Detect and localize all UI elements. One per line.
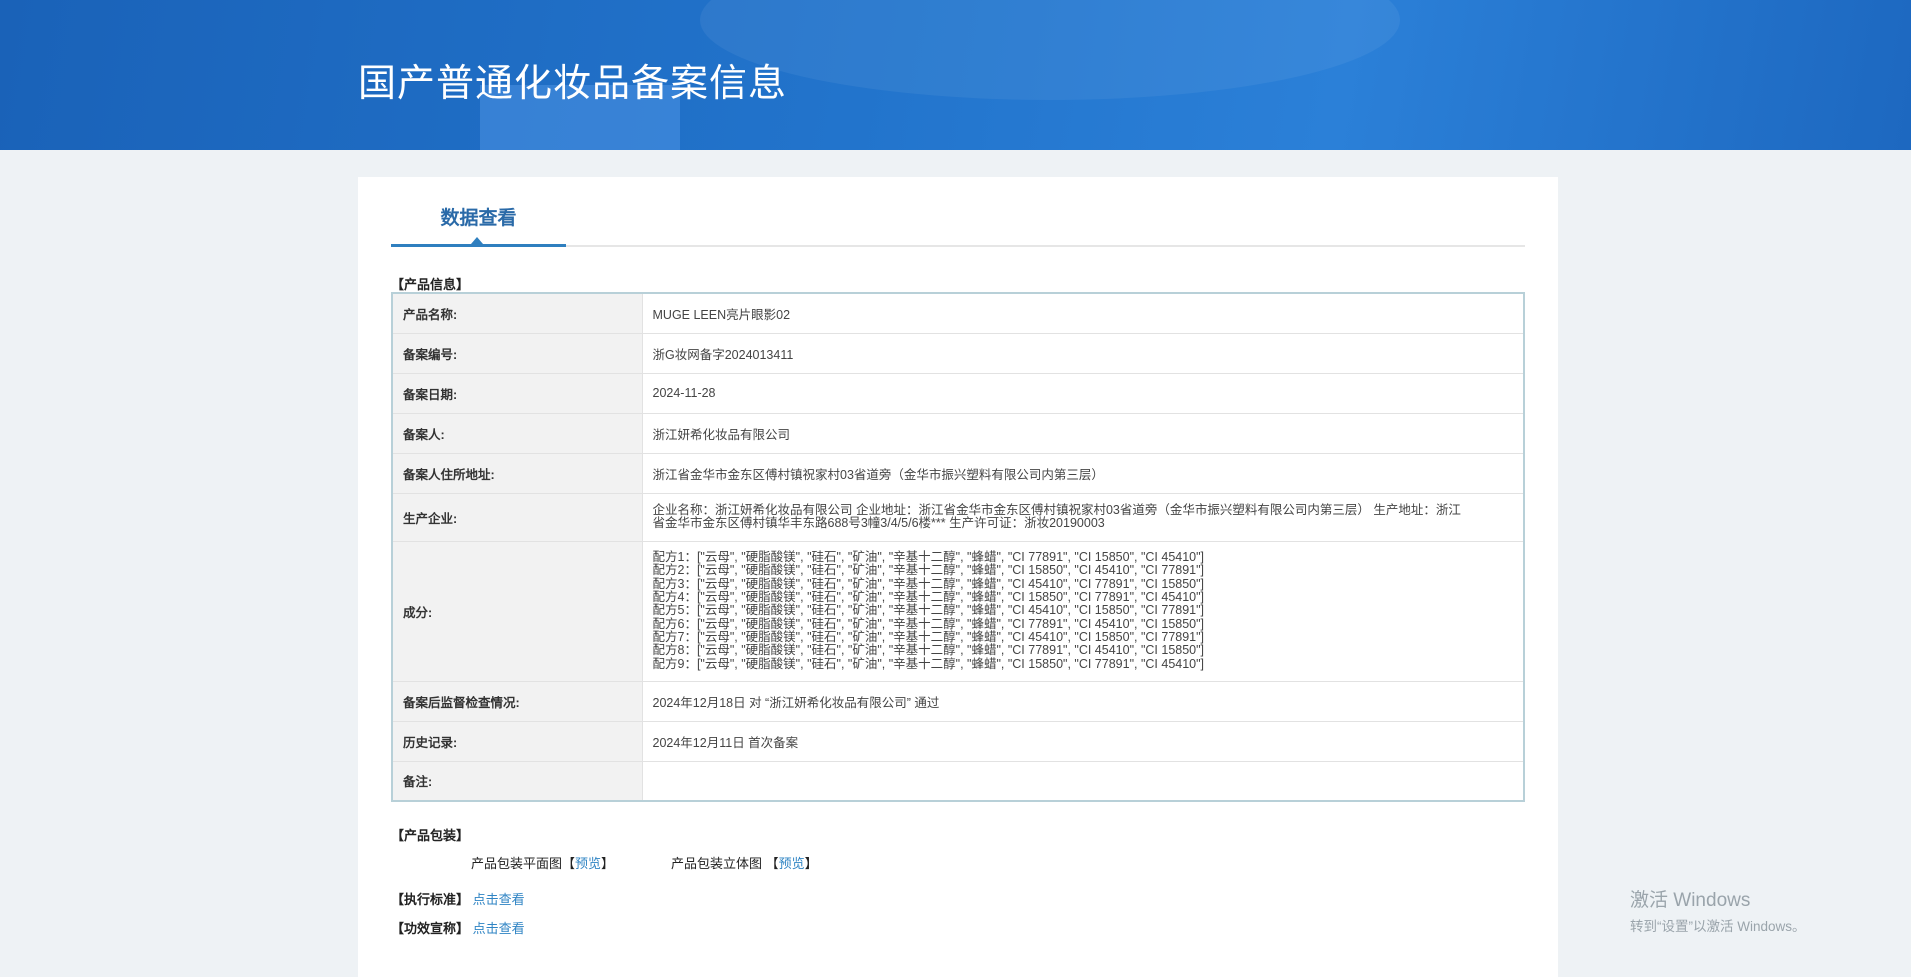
- table-row: 备案人住所地址: 浙江省金华市金东区傅村镇祝家村03省道旁（金华市振兴塑料有限公司…: [391, 452, 1525, 494]
- table-row: 备案日期: 2024-11-28: [391, 372, 1525, 414]
- section-product-info: 【产品信息】: [391, 277, 470, 292]
- row-label: 历史记录:: [391, 720, 643, 762]
- table-row: 备案编号: 浙G妆网备字2024013411: [391, 332, 1525, 374]
- claim-view-link[interactable]: 点击查看: [473, 921, 525, 936]
- row-value: 浙G妆网备字2024013411: [641, 332, 1525, 374]
- row-label: 备案后监督检查情况:: [391, 680, 643, 722]
- table-row: 备注:: [391, 760, 1525, 802]
- section-packaging: 【产品包装】: [391, 828, 470, 843]
- row-value: 2024年12月11日 首次备案: [641, 720, 1525, 762]
- table-row: 备案人: 浙江妍希化妆品有限公司: [391, 412, 1525, 454]
- row-value: 配方1：["云母", "硬脂酸镁", "硅石", "矿油", "辛基十二醇", …: [641, 540, 1525, 682]
- row-label: 产品名称:: [391, 292, 643, 334]
- packaging-solid-label: 产品包装立体图: [671, 856, 763, 871]
- row-label: 备案人:: [391, 412, 643, 454]
- row-label: 备注:: [391, 760, 643, 802]
- claim-label: 【功效宣称】: [391, 921, 470, 936]
- table-row: 备案后监督检查情况: 2024年12月18日 对 “浙江妍希化妆品有限公司” 通过: [391, 680, 1525, 722]
- tab-arrow-icon: [471, 237, 483, 244]
- row-value: 2024-11-28: [641, 372, 1525, 414]
- formula-line: 配方6：["云母", "硬脂酸镁", "硅石", "矿油", "辛基十二醇", …: [652, 616, 1205, 631]
- formula-line: 配方2：["云母", "硬脂酸镁", "硅石", "矿油", "辛基十二醇", …: [652, 563, 1205, 578]
- row-label: 生产企业:: [391, 492, 643, 542]
- table-row: 历史记录: 2024年12月11日 首次备案: [391, 720, 1525, 762]
- formula-line: 配方9：["云母", "硬脂酸镁", "硅石", "矿油", "辛基十二醇", …: [652, 656, 1205, 671]
- table-row: 生产企业: 企业名称：浙江妍希化妆品有限公司 企业地址：浙江省金华市金东区傅村镇祝…: [391, 492, 1525, 542]
- packaging-solid: 产品包装立体图 【预览】: [671, 853, 818, 872]
- watermark-title: 激活 Windows: [1630, 890, 1751, 911]
- packaging-flat: 产品包装平面图【预览】: [471, 853, 614, 872]
- table-row: 成分: 配方1：["云母", "硬脂酸镁", "硅石", "矿油", "辛基十二醇…: [391, 540, 1525, 682]
- packaging-flat-preview-link[interactable]: 预览: [575, 856, 601, 871]
- row-label: 备案人住所地址:: [391, 452, 643, 494]
- formula-line: 配方5：["云母", "硬脂酸镁", "硅石", "矿油", "辛基十二醇", …: [652, 603, 1205, 618]
- page-header: 国产普通化妆品备案信息: [0, 0, 1911, 150]
- row-value: 浙江妍希化妆品有限公司: [641, 412, 1525, 454]
- standard-row: 【执行标准】 点击查看: [391, 889, 525, 908]
- row-label: 备案编号:: [391, 332, 643, 374]
- tab-data-view[interactable]: 数据查看: [391, 203, 566, 230]
- bracket: 【: [765, 856, 779, 871]
- header-decoration: [700, 0, 1400, 100]
- row-value: [641, 760, 1525, 802]
- tab-bar: 数据查看: [391, 177, 1525, 247]
- windows-activation-watermark: 激活 Windows 转到“设置”以激活 Windows。: [1630, 885, 1806, 935]
- row-label: 成分:: [391, 540, 643, 682]
- row-label: 备案日期:: [391, 372, 643, 414]
- table-row: 产品名称: MUGE LEEN亮片眼影02: [391, 292, 1525, 334]
- watermark-subtitle: 转到“设置”以激活 Windows。: [1630, 919, 1806, 934]
- bracket: 】: [601, 856, 615, 871]
- formula-line: 配方8：["云母", "硬脂酸镁", "硅石", "矿油", "辛基十二醇", …: [652, 643, 1205, 658]
- row-value: MUGE LEEN亮片眼影02: [641, 292, 1525, 334]
- packaging-flat-label: 产品包装平面图: [471, 856, 563, 871]
- bracket: 】: [804, 856, 818, 871]
- product-info-table: 产品名称: MUGE LEEN亮片眼影02 备案编号: 浙G妆网备字202401341…: [391, 292, 1525, 802]
- claim-row: 【功效宣称】 点击查看: [391, 918, 525, 937]
- standard-view-link[interactable]: 点击查看: [473, 892, 525, 907]
- bracket: 【: [562, 856, 576, 871]
- tab-active-indicator: [391, 244, 566, 247]
- page-title: 国产普通化妆品备案信息: [358, 63, 788, 105]
- row-value: 2024年12月18日 对 “浙江妍希化妆品有限公司” 通过: [641, 680, 1525, 722]
- content-panel: 数据查看 【产品信息】 产品名称: MUGE LEEN亮片眼影02 备案编号: 浙G妆…: [358, 177, 1558, 977]
- row-value: 浙江省金华市金东区傅村镇祝家村03省道旁（金华市振兴塑料有限公司内第三层）: [641, 452, 1525, 494]
- standard-label: 【执行标准】: [391, 892, 470, 907]
- packaging-solid-preview-link[interactable]: 预览: [779, 856, 805, 871]
- row-value: 企业名称：浙江妍希化妆品有限公司 企业地址：浙江省金华市金东区傅村镇祝家村03省…: [641, 492, 1525, 542]
